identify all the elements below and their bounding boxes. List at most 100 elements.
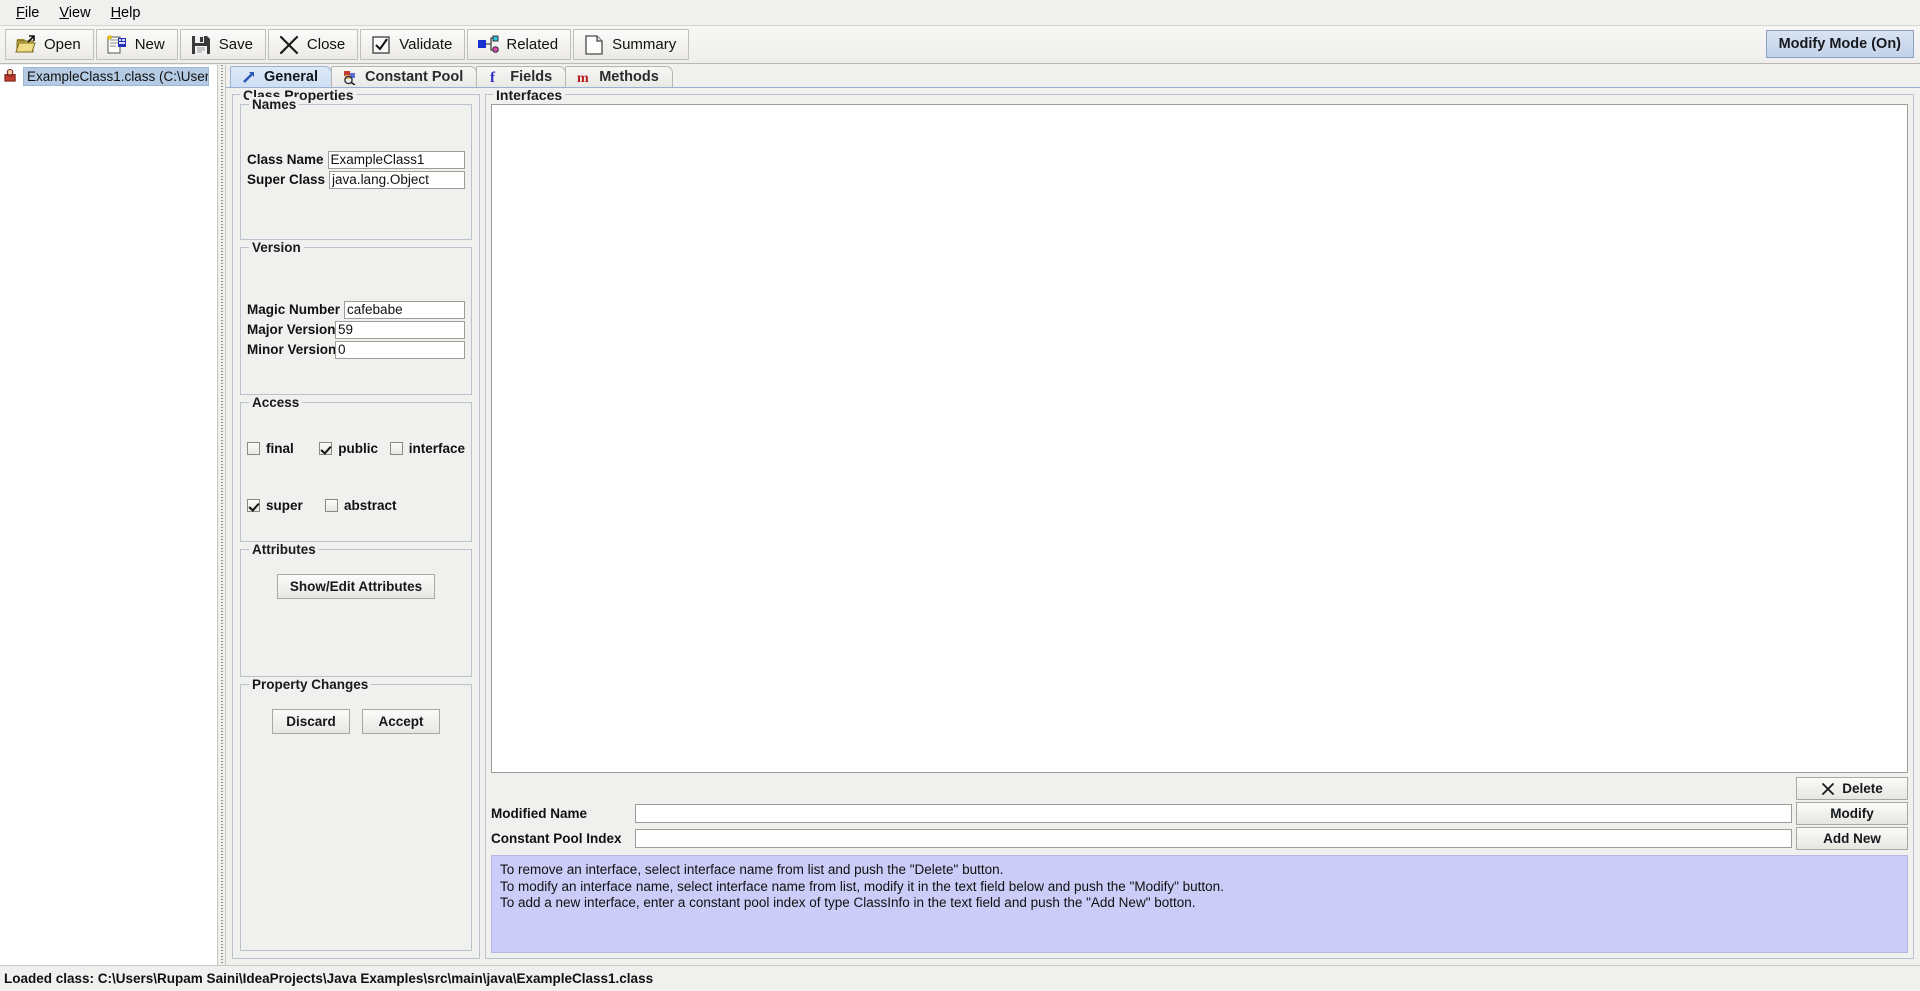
access-label-final: final [266,441,294,456]
major-version-input[interactable] [335,320,465,339]
access-checkbox-final[interactable]: final [247,441,319,456]
constant-pool-index-row: Constant Pool Index Add New [491,827,1908,850]
toolbar: Open New Save Close Validate Related Sum… [0,26,1920,64]
split-pane-divider[interactable] [217,65,226,965]
menu-bar: File View Help [0,0,1920,26]
class-tree-pane[interactable]: ExampleClass1.class (C:\Users\Ru [0,65,217,965]
close-x-icon [278,34,300,56]
class-name-input[interactable] [327,150,465,169]
names-group: Names Class Name Super Class [240,97,472,240]
tab-fields-label: Fields [510,69,553,85]
open-button-label: Open [44,36,81,53]
related-button[interactable]: Related [467,29,572,60]
validate-button[interactable]: Validate [360,29,466,60]
delete-row: Delete [491,777,1908,800]
main-area: ExampleClass1.class (C:\Users\Ru General [0,65,1920,965]
f-letter-icon: f [487,69,503,86]
checkbox-check-icon [370,34,392,56]
hint-line-2: To modify an interface name, select inte… [500,878,1224,894]
validate-button-label: Validate [399,36,453,53]
close-button-label: Close [306,36,346,53]
checkbox-abstract-box [325,499,338,512]
minor-version-row: Minor Version [247,340,465,359]
svg-text:m: m [577,71,589,85]
status-bar: Loaded class: C:\Users\Rupam Saini\IdeaP… [0,965,1920,991]
super-class-label: Super Class [247,172,326,187]
add-new-interface-label: Add New [1823,831,1881,846]
class-name-label: Class Name [247,152,324,167]
close-button[interactable]: Close [267,29,359,60]
attributes-title: Attributes [249,542,319,557]
interfaces-title: Interfaces [493,88,566,103]
access-checkbox-public[interactable]: public [319,441,389,456]
access-group: Access final public interface super abst… [240,395,472,542]
summary-button-label: Summary [612,36,677,53]
modify-interface-label: Modify [1830,806,1874,821]
checkbox-super-box [247,499,260,512]
class-file-icon [3,68,18,86]
add-new-interface-button[interactable]: Add New [1796,827,1908,850]
major-version-label: Major Version [247,322,336,337]
tab-methods[interactable]: m Methods [565,66,673,87]
modified-name-row: Modified Name Modify [491,802,1908,825]
related-nodes-icon [477,34,500,56]
tab-general[interactable]: General [230,66,332,87]
attributes-group: Attributes Show/Edit Attributes [240,542,472,677]
modify-interface-button[interactable]: Modify [1796,802,1908,825]
related-button-label: Related [506,36,559,53]
interfaces-hint-box: To remove an interface, select interface… [491,855,1908,953]
save-button[interactable]: Save [179,29,266,60]
menu-item-help[interactable]: Help [101,3,151,23]
class-properties-panel: Class Properties Names Class Name Super … [232,88,480,959]
open-button[interactable]: Open [5,29,94,60]
pool-search-icon [342,69,358,86]
constant-pool-index-input[interactable] [635,829,1792,848]
show-edit-attributes-button[interactable]: Show/Edit Attributes [276,574,436,599]
new-button[interactable]: New [95,29,178,60]
status-bar-text: Loaded class: C:\Users\Rupam Saini\IdeaP… [4,971,654,986]
access-checkbox-interface[interactable]: interface [389,441,465,456]
magic-number-input[interactable] [344,300,465,319]
super-class-input[interactable] [329,170,465,189]
floppy-disk-icon [190,34,212,56]
tab-strip: General Constant Pool f Fields m Methods [226,65,1920,87]
discard-button[interactable]: Discard [272,709,350,734]
interfaces-controls: Delete Modified Name Modify Constant Poo… [491,777,1908,953]
property-changes-group: Property Changes Discard Accept [240,677,472,951]
tree-item-exampleclass1[interactable]: ExampleClass1.class (C:\Users\Ru [0,67,217,86]
tab-constant-pool-label: Constant Pool [365,69,464,85]
major-version-row: Major Version [247,320,465,339]
summary-button[interactable]: Summary [573,29,690,60]
tab-fields[interactable]: f Fields [476,66,567,87]
magic-number-row: Magic Number [247,300,465,319]
hint-line-1: To remove an interface, select interface… [500,862,1004,877]
tree-item-label: ExampleClass1.class (C:\Users\Ru [23,67,209,86]
property-changes-title: Property Changes [249,677,372,692]
class-name-row: Class Name [247,150,465,169]
modified-name-label: Modified Name [491,806,588,821]
delete-interface-button[interactable]: Delete [1796,777,1908,800]
open-folder-icon [15,34,37,56]
modified-name-input[interactable] [635,804,1792,823]
checkbox-interface-box [389,442,403,455]
menu-item-view-rest: iew [68,4,91,21]
version-title: Version [249,240,304,255]
delete-interface-label: Delete [1842,781,1883,796]
access-checkbox-super[interactable]: super [247,498,325,513]
menu-item-view[interactable]: View [49,3,100,23]
checkbox-public-box [319,442,333,455]
modify-mode-button[interactable]: Modify Mode (On) [1765,30,1914,58]
menu-item-file[interactable]: File [6,3,49,23]
super-class-row: Super Class [247,170,465,189]
menu-item-help-rest: elp [121,4,141,21]
minor-version-input[interactable] [335,340,465,359]
access-label-interface: interface [408,441,465,456]
tab-constant-pool[interactable]: Constant Pool [331,66,478,87]
svg-text:f: f [490,70,496,85]
interfaces-list[interactable] [491,104,1908,773]
access-title: Access [249,395,303,410]
names-title: Names [249,97,300,112]
access-checkbox-abstract[interactable]: abstract [325,498,397,513]
access-label-super: super [266,498,303,513]
accept-button[interactable]: Accept [362,709,440,734]
